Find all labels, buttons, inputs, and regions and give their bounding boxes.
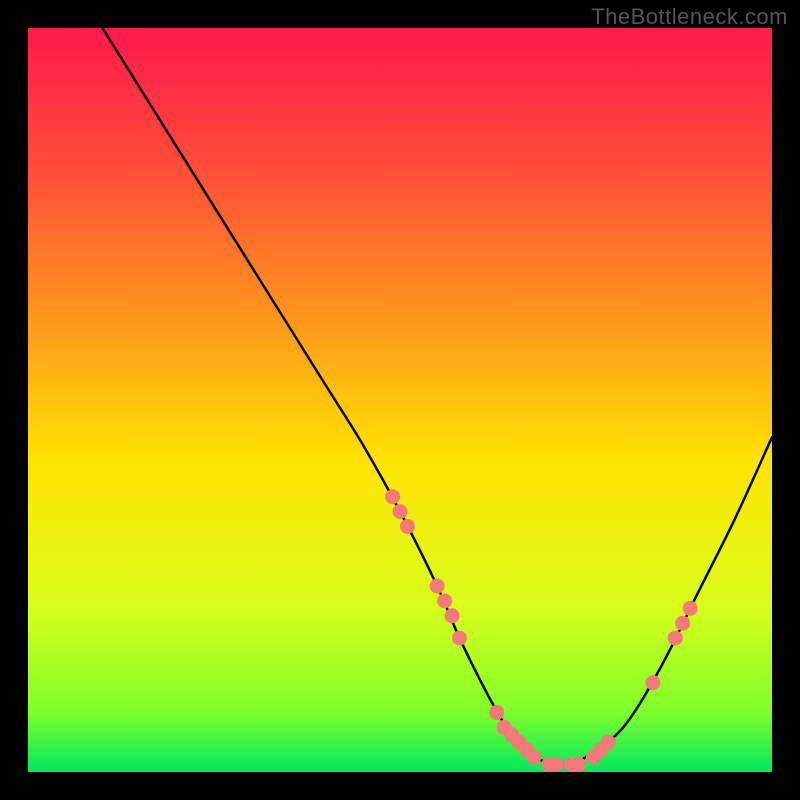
data-point (601, 735, 616, 750)
data-point (549, 757, 564, 772)
plot-area (28, 28, 772, 772)
data-point (393, 504, 408, 519)
data-point (645, 675, 660, 690)
data-point (445, 608, 460, 623)
data-point (675, 616, 690, 631)
data-point (430, 579, 445, 594)
bottleneck-chart (28, 28, 772, 772)
data-point (668, 631, 683, 646)
chart-frame: TheBottleneck.com (0, 0, 800, 800)
data-point (683, 601, 698, 616)
data-point (400, 519, 415, 534)
watermark-text: TheBottleneck.com (591, 4, 788, 30)
data-point (526, 750, 541, 765)
data-point (489, 705, 504, 720)
data-point (452, 631, 467, 646)
data-point (437, 593, 452, 608)
data-point (571, 757, 586, 772)
data-point (385, 489, 400, 504)
gradient-background (28, 28, 772, 772)
